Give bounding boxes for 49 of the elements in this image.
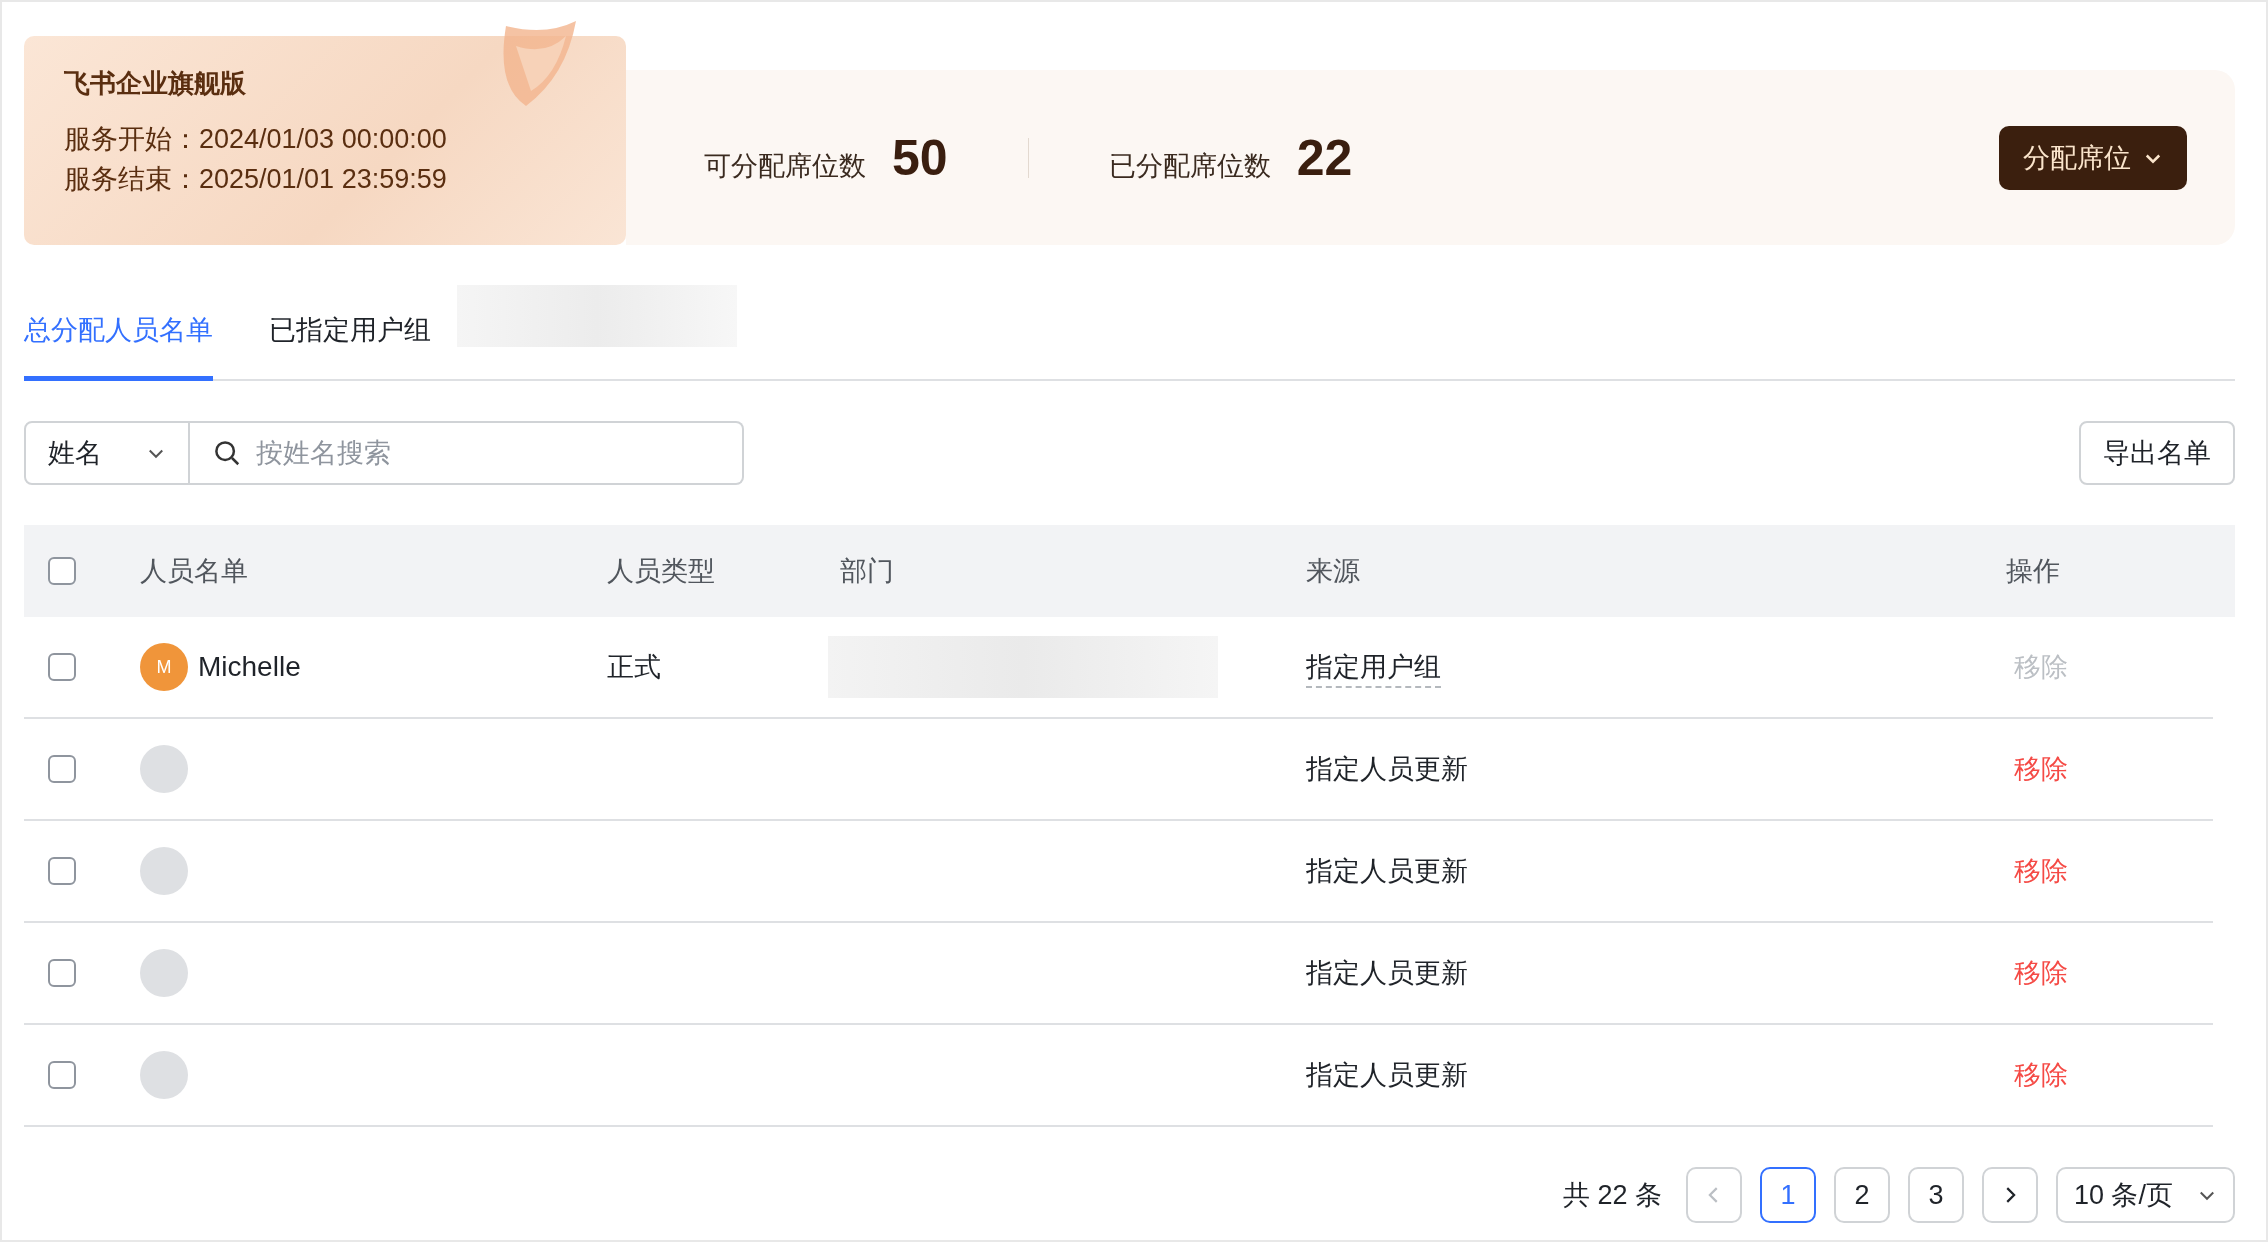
column-header: 人员名单 <box>140 555 248 588</box>
remove-link[interactable]: 移除 <box>2014 856 2068 886</box>
checkbox[interactable] <box>48 1061 76 1089</box>
tab[interactable]: 总分配人员名单 <box>24 277 213 381</box>
plan-title: 飞书企业旗舰版 <box>64 67 247 100</box>
source-text: 指定人员更新 <box>1306 958 1468 988</box>
next-page-button[interactable] <box>1981 1167 2038 1223</box>
start-value: 2024/01/03 00:00:00 <box>199 124 447 154</box>
column-header: 来源 <box>1306 556 1360 586</box>
checkbox[interactable] <box>48 857 76 885</box>
checkbox[interactable] <box>48 959 76 987</box>
search-icon <box>212 438 242 468</box>
avatar <box>140 745 188 793</box>
checkbox[interactable] <box>48 653 76 681</box>
source-text: 指定人员更新 <box>1306 856 1468 886</box>
search-field[interactable]: 按姓名搜索 <box>190 421 744 485</box>
remove-link[interactable]: 移除 <box>2014 754 2068 784</box>
stat-value: 50 <box>892 128 948 187</box>
start-label: 服务开始： <box>64 124 199 154</box>
source-text: 指定人员更新 <box>1306 754 1468 784</box>
tab[interactable]: 已指定用户组 <box>269 277 431 381</box>
avatar <box>140 1051 188 1099</box>
source-text[interactable]: 指定用户组 <box>1306 652 1441 688</box>
column-header: 部门 <box>840 556 894 586</box>
checkbox[interactable] <box>48 557 76 585</box>
stat-label: 可分配席位数 <box>704 149 866 183</box>
total-count: 共 22 条 <box>1562 1179 1662 1212</box>
person-name: Michelle <box>198 651 301 683</box>
stat-label: 已分配席位数 <box>1108 149 1271 183</box>
column-header: 人员类型 <box>607 556 715 586</box>
checkbox[interactable] <box>48 755 76 783</box>
assign-seats-button[interactable]: 分配席位 <box>1999 125 2187 190</box>
column-header: 操作 <box>2006 556 2060 586</box>
page-button[interactable]: 3 <box>1907 1167 1964 1223</box>
source-text: 指定人员更新 <box>1306 1060 1468 1090</box>
page-button[interactable]: 2 <box>1833 1167 1890 1223</box>
avatar <box>140 949 188 997</box>
remove-link[interactable]: 移除 <box>2014 958 2068 988</box>
avatar: M <box>140 643 188 691</box>
page-button[interactable]: 1 <box>1759 1167 1816 1223</box>
field-select[interactable]: 姓名 <box>24 421 190 485</box>
end-value: 2025/01/01 23:59:59 <box>199 164 447 194</box>
person-type: 正式 <box>607 652 661 682</box>
end-label: 服务结束： <box>64 164 199 194</box>
export-button[interactable]: 导出名单 <box>2079 421 2235 485</box>
page-size-select[interactable]: 10 条/页 <box>2055 1167 2235 1223</box>
avatar <box>140 847 188 895</box>
remove-link[interactable]: 移除 <box>2014 1060 2068 1090</box>
stat-value: 22 <box>1296 128 1353 187</box>
